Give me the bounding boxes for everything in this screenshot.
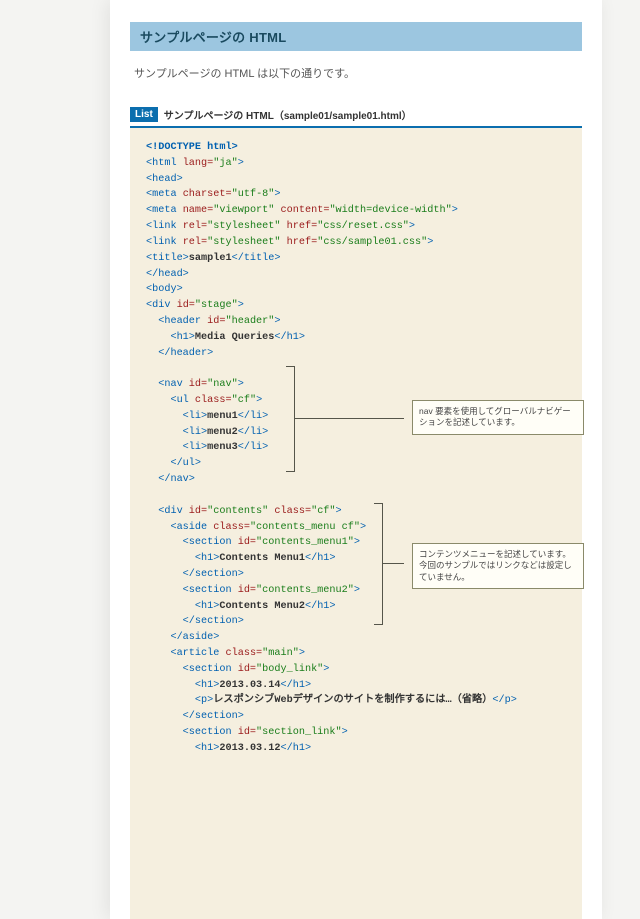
bracket-nav: [286, 366, 295, 472]
bracket-nav-connector: [294, 418, 404, 419]
annotation-aside: コンテンツメニューを記述しています。今回のサンプルではリンクなどは設定していませ…: [412, 543, 584, 589]
annotation-nav: nav 要素を使用してグローバルナビゲーションを記述しています。: [412, 400, 584, 435]
list-badge: List: [130, 107, 158, 122]
code-line: <!DOCTYPE html>: [146, 142, 238, 153]
document-page: サンプルページの HTML サンプルページの HTML は以下の通りです。 Li…: [110, 0, 602, 919]
bracket-aside-connector: [382, 563, 404, 564]
section-title: サンプルページの HTML: [130, 22, 582, 51]
code-listing: <!DOCTYPE html> <html lang="ja"> <head> …: [130, 126, 582, 919]
intro-text: サンプルページの HTML は以下の通りです。: [134, 65, 582, 81]
list-caption: サンプルページの HTML（sample01/sample01.html）: [164, 107, 412, 122]
bracket-aside: [374, 503, 383, 625]
listing-header: List サンプルページの HTML（sample01/sample01.htm…: [130, 107, 582, 122]
